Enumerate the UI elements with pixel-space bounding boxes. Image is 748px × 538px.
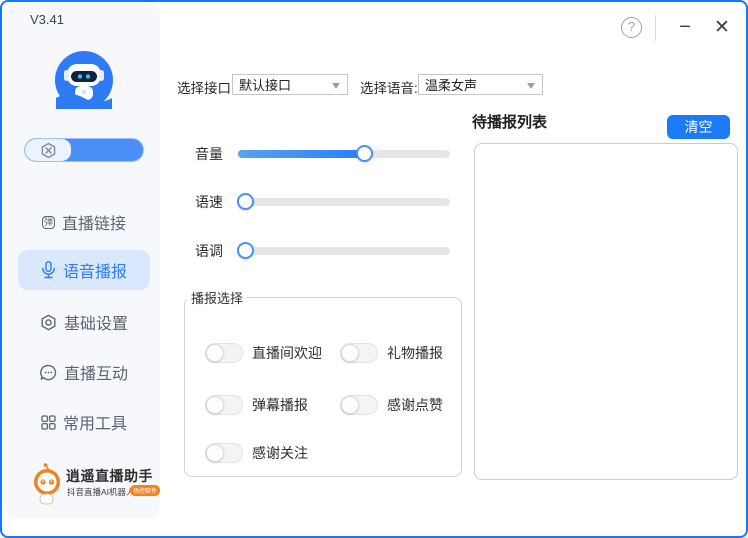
microphone-icon [41,261,56,279]
speed-slider[interactable] [238,193,450,211]
settings-icon [40,314,57,331]
titlebar-divider [655,15,656,41]
switch-knob [341,396,359,414]
gift-broadcast-switch[interactable] [340,343,378,363]
sidebar: V3.41 逍遥语音助手 [4,2,160,518]
interface-select-label: 选择接口: [177,77,235,97]
sidebar-item-label: 直播链接 [62,210,126,234]
slider-thumb[interactable] [356,145,373,162]
broadcast-group-title: 播报选择 [187,288,247,307]
sidebar-item-common-tools[interactable]: 常用工具 [18,404,150,440]
master-switch-knob [25,139,71,161]
pitch-slider[interactable] [238,242,450,260]
brand-badge: 场控软件 [130,485,160,496]
pitch-label: 语调 [195,241,224,261]
thank-likes-switch[interactable] [340,395,378,415]
danmaku-bubble-icon: 弹 [42,216,55,229]
brand-robot-icon [30,462,66,506]
interface-select[interactable]: 默认接口 [232,74,348,95]
thank-follow-switch[interactable] [205,443,243,463]
robot-avatar-icon [54,50,114,110]
hexagon-x-icon [40,142,57,159]
voice-select-value: 温柔女声 [425,75,477,94]
broadcast-selection-group: 播报选择 直播间欢迎 礼物播报 弹幕播报 感谢点赞 感谢关注 [184,288,462,477]
toggle-danmaku-broadcast: 弹幕播报 [205,395,308,415]
master-switch[interactable] [24,138,144,162]
clear-queue-button[interactable]: 清空 [667,115,730,139]
switch-knob [206,344,224,362]
sidebar-item-label: 常用工具 [63,410,127,434]
chat-icon [40,364,57,381]
toggle-label: 感谢点赞 [387,395,443,415]
speed-label: 语速 [195,192,224,212]
toggle-gift-broadcast: 礼物播报 [340,343,443,363]
help-button[interactable]: ? [621,17,642,38]
slider-track [238,198,450,206]
sidebar-item-label: 基础设置 [64,310,128,334]
interface-select-value: 默认接口 [239,75,291,94]
queue-title: 待播报列表 [472,111,547,132]
slider-fill [238,150,365,158]
app-logo-avatar: 逍遥语音助手 [54,50,114,110]
minimize-icon: − [679,16,691,38]
toggle-room-welcome: 直播间欢迎 [205,343,322,363]
brand-title: 逍遥直播助手 [66,466,153,486]
toggle-label: 感谢关注 [252,443,308,463]
help-icon: ? [628,19,635,34]
close-button[interactable]: ✕ [708,14,736,42]
slider-track [238,247,450,255]
pitch-slider-row: 语调 [195,242,451,260]
grid-icon [41,415,56,430]
danmaku-broadcast-switch[interactable] [205,395,243,415]
volume-slider[interactable] [238,145,450,163]
toggle-label: 礼物播报 [387,343,443,363]
chevron-down-icon [332,83,340,89]
volume-slider-row: 音量 [195,145,451,163]
sidebar-item-live-interaction[interactable]: 直播互动 [18,354,150,390]
voice-select-label: 选择语音: [360,77,418,97]
room-welcome-switch[interactable] [205,343,243,363]
voice-select[interactable]: 温柔女声 [418,74,543,95]
app-window: V3.41 逍遥语音助手 [0,0,748,538]
queue-list[interactable] [474,143,738,480]
sidebar-item-label: 语音播报 [63,258,127,282]
sidebar-item-live-links[interactable]: 弹 直播链接 [18,204,150,240]
sidebar-item-voice-broadcast[interactable]: 语音播报 [18,250,150,290]
brand-footer: 逍遥直播助手 抖音直播AI机器人 场控软件 [30,462,156,511]
brand-subtitle: 抖音直播AI机器人 [67,486,135,498]
volume-label: 音量 [195,144,224,164]
slider-thumb[interactable] [237,193,254,210]
minimize-button[interactable]: − [671,14,699,42]
slider-thumb[interactable] [237,242,254,259]
version-label: V3.41 [30,12,64,27]
close-icon: ✕ [714,17,730,38]
chevron-down-icon [527,83,535,89]
switch-knob [206,396,224,414]
toggle-label: 弹幕播报 [252,395,308,415]
toggle-thank-follow: 感谢关注 [205,443,308,463]
toggle-thank-likes: 感谢点赞 [340,395,443,415]
switch-knob [341,344,359,362]
speed-slider-row: 语速 [195,193,451,211]
toggle-label: 直播间欢迎 [252,343,322,363]
switch-knob [206,444,224,462]
sidebar-item-basic-settings[interactable]: 基础设置 [18,304,150,340]
sidebar-item-label: 直播互动 [64,360,128,384]
